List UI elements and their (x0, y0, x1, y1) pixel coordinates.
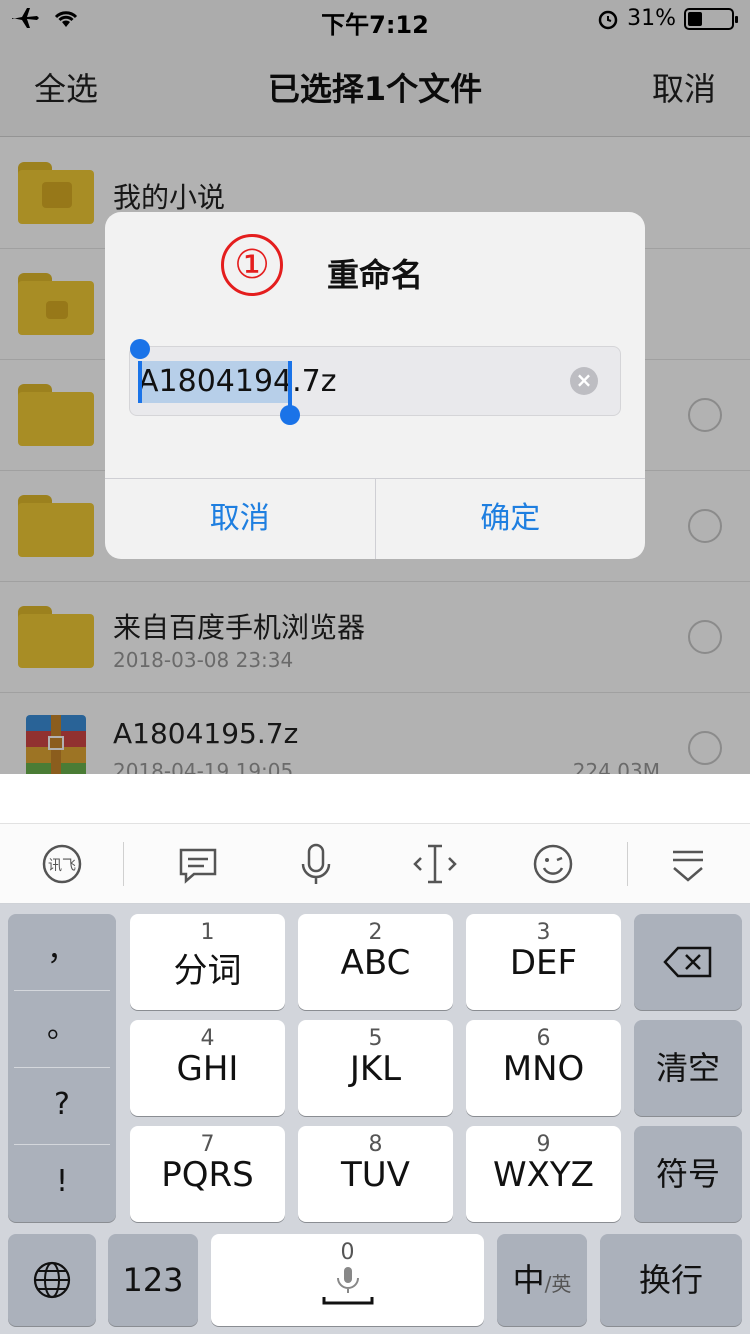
message-icon[interactable] (172, 838, 224, 890)
enter-key[interactable]: 换行 (600, 1234, 742, 1326)
key-label: ABC (340, 943, 411, 983)
key-4[interactable]: 4 GHI (130, 1020, 285, 1116)
key-label: MNO (502, 1049, 585, 1089)
key-label: TUV (341, 1155, 410, 1195)
dialog-title: 重命名 (326, 256, 423, 294)
key-label: DEF (509, 943, 578, 983)
voice-icon (322, 1267, 373, 1305)
key-8[interactable]: 8 TUV (298, 1126, 453, 1222)
selection-end-handle[interactable] (280, 405, 300, 425)
space-key[interactable]: 0 (211, 1234, 484, 1326)
numbers-key[interactable]: 123 (108, 1234, 198, 1326)
key-5[interactable]: 5 JKL (298, 1020, 453, 1116)
key-9[interactable]: 9 WXYZ (466, 1126, 621, 1222)
lang-sub: /英 (544, 1272, 572, 1296)
key-label: 分词 (173, 951, 242, 991)
key-label: PQRS (161, 1155, 254, 1195)
backspace-key[interactable] (634, 914, 742, 1010)
key-label: JKL (349, 1049, 402, 1089)
lang-main: 中 (512, 1261, 545, 1299)
key-number: 1 (200, 920, 215, 945)
rename-input[interactable]: A1804194.7z × (129, 339, 621, 425)
key-number: 7 (200, 1132, 215, 1157)
key-3[interactable]: 3 DEF (466, 914, 621, 1010)
key-label: GHI (176, 1049, 239, 1089)
dialog-actions: 取消 确定 (105, 478, 645, 559)
key-6[interactable]: 6 MNO (466, 1020, 621, 1116)
backspace-icon (663, 946, 712, 978)
language-switch-key[interactable]: 中/英 (497, 1234, 587, 1326)
clear-key[interactable]: 清空 (634, 1020, 742, 1116)
symbols-key[interactable]: 符号 (634, 1126, 742, 1222)
emoji-icon[interactable] (527, 838, 579, 890)
toolbar-divider (627, 842, 628, 886)
key-7[interactable]: 7 PQRS (130, 1126, 285, 1222)
key-number: 3 (536, 920, 551, 945)
key-label: WXYZ (493, 1155, 594, 1195)
key-number: 8 (368, 1132, 383, 1157)
key-1[interactable]: 1 分词 (130, 914, 285, 1010)
punct-exclaim-key[interactable]: ! (14, 1145, 110, 1222)
key-2[interactable]: 2 ABC (298, 914, 453, 1010)
keyboard-spacer (0, 774, 750, 824)
svg-text:讯飞: 讯飞 (48, 858, 76, 874)
punctuation-column: ， 。 ? ! (8, 914, 116, 1222)
key-number: 9 (536, 1132, 551, 1157)
selection-start-caret (138, 361, 142, 403)
dialog-confirm-button[interactable]: 确定 (374, 479, 646, 559)
punct-comma-key[interactable]: ， (14, 914, 110, 991)
key-number: 6 (536, 1026, 551, 1051)
punct-question-key[interactable]: ? (14, 1068, 110, 1145)
globe-icon (33, 1261, 71, 1299)
key-number: 4 (200, 1026, 215, 1051)
punct-period-key[interactable]: 。 (14, 991, 110, 1068)
hide-keyboard-icon[interactable] (662, 838, 714, 890)
cursor-move-icon[interactable] (409, 838, 461, 890)
clear-icon[interactable]: × (570, 367, 598, 395)
space-number: 0 (340, 1240, 355, 1265)
dialog-cancel-button[interactable]: 取消 (105, 479, 375, 559)
ime-logo-icon[interactable]: 讯飞 (36, 838, 88, 890)
keyboard: 讯飞 ， 。 ? ! 1 分词 2 ABC 3 DEF 4 GHI 5 JKL 6 MNO … (0, 774, 750, 1334)
selection-start-handle[interactable] (130, 339, 150, 359)
app-root: 下午7:12 31% 全选 已选择1个文件 取消 我的小说 来自百度手机浏览器 … (0, 0, 750, 1334)
input-value: A1804194.7z (138, 364, 337, 399)
keyboard-toolbar: 讯飞 (0, 824, 750, 904)
key-number: 2 (368, 920, 383, 945)
toolbar-divider (123, 842, 124, 886)
microphone-icon[interactable] (290, 838, 342, 890)
globe-key[interactable] (8, 1234, 96, 1326)
key-number: 5 (368, 1026, 383, 1051)
rename-dialog: ① 重命名 A1804194.7z × 取消 确定 (105, 212, 645, 559)
